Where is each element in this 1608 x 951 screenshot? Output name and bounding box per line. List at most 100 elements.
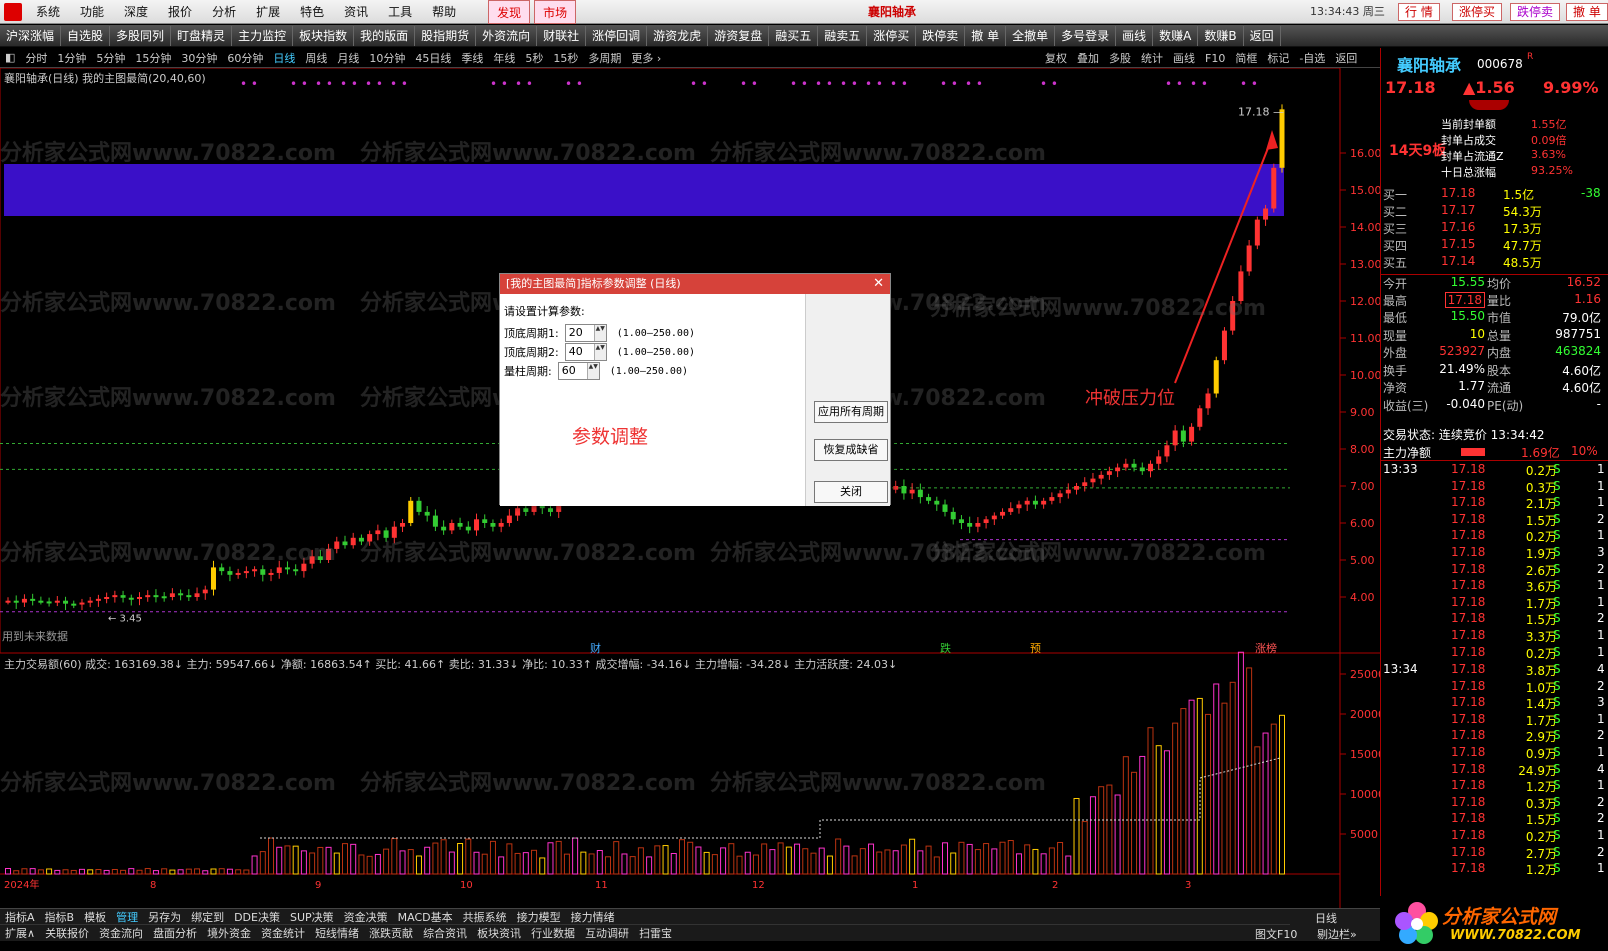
chart-tool-button[interactable]: 复权 <box>1040 50 1072 66</box>
indicator-tab[interactable]: 另存为 <box>143 909 186 925</box>
indicator-tab[interactable]: 接力模型 <box>512 909 566 925</box>
extension-tab[interactable]: 境外资金 <box>202 925 256 941</box>
toolbar-button[interactable]: 全撤单 <box>1006 26 1055 46</box>
menu-item[interactable]: 工具 <box>378 0 422 24</box>
toolbar-button[interactable]: 外资流向 <box>476 26 537 46</box>
period-tab[interactable]: 15分钟 <box>130 50 176 66</box>
extension-tab[interactable]: 盘面分析 <box>148 925 202 941</box>
indicator-tab[interactable]: 管理 <box>111 909 143 925</box>
quick-trade-button[interactable]: 涨停买 <box>1452 3 1502 21</box>
indicator-tab[interactable]: 共振系统 <box>458 909 512 925</box>
param-input[interactable]: 40 ▲▼ <box>565 343 607 361</box>
toolbar-button[interactable]: 游资龙虎 <box>647 26 708 46</box>
menu-item[interactable]: 特色 <box>290 0 334 24</box>
menu-item[interactable]: 功能 <box>70 0 114 24</box>
chart-tool-button[interactable]: 多股 <box>1104 50 1136 66</box>
period-tab[interactable]: 多周期 <box>583 50 626 66</box>
period-tab[interactable]: 5分钟 <box>91 50 130 66</box>
spinner-icon[interactable]: ▲▼ <box>594 325 606 341</box>
param-input[interactable]: 20 ▲▼ <box>565 324 607 342</box>
param-dialog[interactable]: [我的主图最简]指标参数调整 (日线) ✕ 请设置计算参数: 顶底周期1: 20 ▲… <box>499 273 891 505</box>
chart-tool-button[interactable]: 画线 <box>1168 50 1200 66</box>
menu-item[interactable]: 扩展 <box>246 0 290 24</box>
quick-trade-button[interactable]: 撤 单 <box>1566 3 1608 21</box>
period-tab[interactable]: 季线 <box>456 50 488 66</box>
restore-default-button[interactable]: 恢复成缺省 <box>814 439 888 461</box>
period-tab[interactable]: 日线 <box>268 50 300 66</box>
dialog-title-bar[interactable]: [我的主图最简]指标参数调整 (日线) ✕ <box>500 274 890 294</box>
toolbar-button[interactable]: 多股同列 <box>110 26 171 46</box>
chart-tool-button[interactable]: 简框 <box>1230 50 1262 66</box>
toolbar-button[interactable]: 涨停买 <box>867 26 916 46</box>
toolbar-button[interactable]: 财联社 <box>537 26 586 46</box>
toolbar-button[interactable]: 自选股 <box>61 26 110 46</box>
period-tab[interactable]: 15秒 <box>548 50 583 66</box>
indicator-tab[interactable]: 绑定到 <box>186 909 229 925</box>
toolbar-button[interactable]: 我的版面 <box>354 26 415 46</box>
toolbar-button[interactable]: 数赚A <box>1153 26 1198 46</box>
toolbar-button[interactable]: 涨停回调 <box>586 26 647 46</box>
period-tab[interactable]: 5秒 <box>520 50 548 66</box>
extension-tab[interactable]: 板块资讯 <box>472 925 526 941</box>
indicator-tab[interactable]: 接力情绪 <box>566 909 620 925</box>
period-tab[interactable]: 1分钟 <box>52 50 91 66</box>
extension-tab[interactable]: 关联报价 <box>40 925 94 941</box>
extension-tab[interactable]: 互动调研 <box>580 925 634 941</box>
toolbar-button[interactable]: 板块指数 <box>293 26 354 46</box>
toolbar-button[interactable]: 返回 <box>1244 26 1281 46</box>
extension-tab[interactable]: 行业数据 <box>526 925 580 941</box>
collapse-handle[interactable] <box>1469 100 1509 110</box>
toolbar-button[interactable]: 主力监控 <box>232 26 293 46</box>
period-tab[interactable]: 10分钟 <box>364 50 410 66</box>
menu-item[interactable]: 帮助 <box>422 0 466 24</box>
menu-item[interactable]: 资讯 <box>334 0 378 24</box>
indicator-tab[interactable]: SUP决策 <box>285 909 339 925</box>
toolbar-button[interactable]: 多号登录 <box>1055 26 1116 46</box>
extension-tab[interactable]: 涨跌贡献 <box>364 925 418 941</box>
chart-tool-button[interactable]: F10 <box>1200 52 1230 65</box>
close-icon[interactable]: ✕ <box>873 274 884 294</box>
chart-tool-button[interactable]: 标记 <box>1262 50 1294 66</box>
period-tab[interactable]: 60分钟 <box>222 50 268 66</box>
menu-item[interactable]: 深度 <box>114 0 158 24</box>
period-tab[interactable]: 分时 <box>20 50 52 66</box>
period-tab[interactable]: 年线 <box>488 50 520 66</box>
toolbar-button[interactable]: 融买五 <box>769 26 818 46</box>
menu-hot-item[interactable]: 市场 <box>534 0 576 24</box>
period-tab[interactable]: 月线 <box>332 50 364 66</box>
extension-tab[interactable]: 资金流向 <box>94 925 148 941</box>
chart-tool-button[interactable]: 统计 <box>1136 50 1168 66</box>
toolbar-button[interactable]: 跌停卖 <box>916 26 965 46</box>
period-tab[interactable]: 周线 <box>300 50 332 66</box>
quick-trade-button[interactable]: 跌停卖 <box>1510 3 1560 21</box>
toggle-sidebar-button[interactable]: 剔边栏» <box>1312 926 1362 942</box>
toolbar-button[interactable]: 沪深涨幅 <box>0 26 61 46</box>
period-tab[interactable]: 45日线 <box>410 50 456 66</box>
indicator-tab[interactable]: 指标B <box>40 909 80 925</box>
menu-hot-item[interactable]: 发现 <box>488 0 530 24</box>
indicator-tab[interactable]: MACD基本 <box>393 909 458 925</box>
toolbar-button[interactable]: 数赚B <box>1198 26 1243 46</box>
toolbar-button[interactable]: 融卖五 <box>818 26 867 46</box>
menu-item[interactable]: 分析 <box>202 0 246 24</box>
toolbar-button[interactable]: 盯盘精灵 <box>171 26 232 46</box>
toolbar-button[interactable]: 游资复盘 <box>708 26 769 46</box>
indicator-tab[interactable]: DDE决策 <box>229 909 285 925</box>
chart-tool-button[interactable]: 返回 <box>1330 50 1362 66</box>
extension-tab[interactable]: 短线情绪 <box>310 925 364 941</box>
menu-item[interactable]: 报价 <box>158 0 202 24</box>
menu-item[interactable]: 系统 <box>26 0 70 24</box>
toolbar-button[interactable]: 股指期货 <box>415 26 476 46</box>
extension-tab[interactable]: 扫雷宝 <box>634 925 677 941</box>
spinner-icon[interactable]: ▲▼ <box>587 363 599 379</box>
spinner-icon[interactable]: ▲▼ <box>594 344 606 360</box>
quick-trade-button[interactable]: 行 情 <box>1398 3 1440 21</box>
apply-all-button[interactable]: 应用所有周期 <box>814 401 888 423</box>
indicator-tab[interactable]: 指标A <box>0 909 40 925</box>
toolbar-button[interactable]: 画线 <box>1116 26 1153 46</box>
indicator-tab[interactable]: 资金决策 <box>339 909 393 925</box>
panel-toggle-icon[interactable]: ◧ <box>0 51 20 64</box>
period-tab[interactable]: 更多 › <box>626 50 666 66</box>
extension-tab[interactable]: 综合资讯 <box>418 925 472 941</box>
chart-tool-button[interactable]: -自选 <box>1294 50 1330 66</box>
